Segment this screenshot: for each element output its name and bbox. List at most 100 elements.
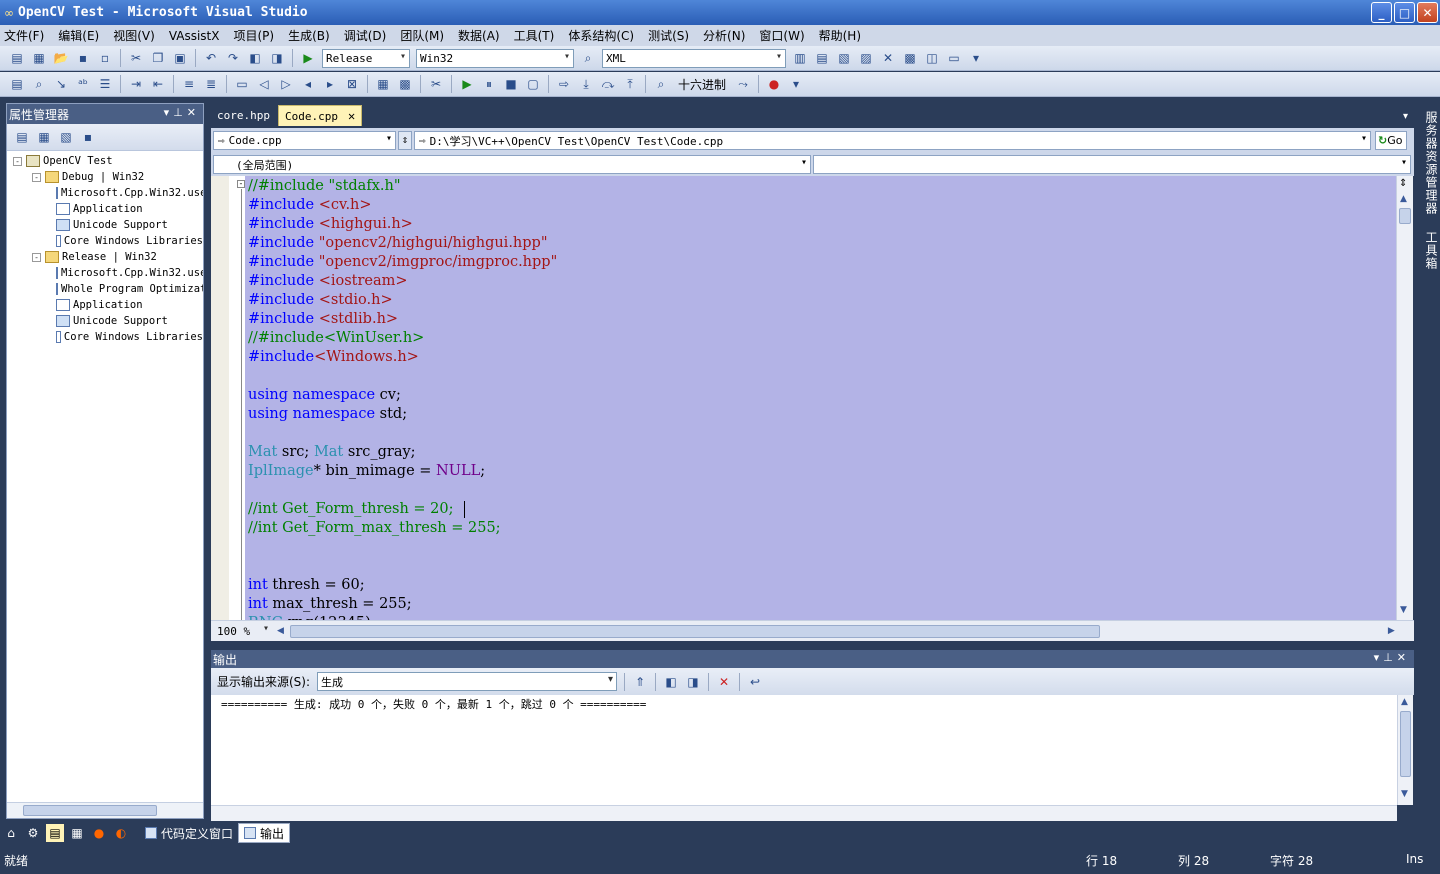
save-property-sheet-icon[interactable]: ▪: [79, 128, 97, 146]
comment-icon[interactable]: ≡: [180, 75, 198, 93]
editor-hscroll-thumb[interactable]: [289, 624, 1100, 638]
undo-icon[interactable]: ↶: [202, 49, 220, 67]
menu-item[interactable]: 测试(S): [648, 27, 689, 44]
menu-item[interactable]: 编辑(E): [58, 27, 99, 44]
start-debugging-icon[interactable]: ▶: [299, 49, 317, 67]
scope-combo[interactable]: (全局范围): [213, 155, 811, 174]
scroll-left-icon[interactable]: ◀: [277, 626, 284, 636]
menu-item[interactable]: 分析(N): [703, 27, 745, 44]
tree-expander-icon[interactable]: -: [32, 252, 41, 262]
add-existing-property-sheet-icon[interactable]: ▧: [57, 128, 75, 146]
menu-item[interactable]: 视图(V): [113, 27, 155, 44]
show-next-statement-icon[interactable]: ⇨: [555, 75, 573, 93]
scroll-up-icon[interactable]: ▲: [1401, 697, 1408, 707]
vassist-tab-icon[interactable]: ◐: [112, 824, 130, 842]
find-symbol-icon[interactable]: ⌕: [30, 75, 48, 93]
navigate-backward-icon[interactable]: ◧: [246, 49, 264, 67]
tree-item[interactable]: - OpenCV Test: [7, 153, 203, 169]
split-icon[interactable]: ⇕: [398, 131, 412, 150]
call-stack-icon[interactable]: ⤳: [734, 75, 752, 93]
output-source-combo[interactable]: 生成: [317, 672, 618, 691]
paste-icon[interactable]: ▣: [171, 49, 189, 67]
continue-icon[interactable]: ▶: [458, 75, 476, 93]
tree-item[interactable]: - Debug | Win32: [7, 169, 203, 185]
clear-bookmarks-icon[interactable]: ⊠: [343, 75, 361, 93]
prev-message-icon[interactable]: ◧: [662, 673, 680, 691]
prev-bookmark-folder-icon[interactable]: ◂: [299, 75, 317, 93]
solution-platform-combo[interactable]: Win32: [416, 48, 574, 68]
break-all-icon[interactable]: ⏸: [480, 75, 498, 93]
bookmark-icon[interactable]: ▭: [233, 75, 251, 93]
scroll-right-icon[interactable]: ▶: [1388, 626, 1395, 636]
solution-config-combo[interactable]: Release: [322, 48, 410, 68]
word-wrap-icon[interactable]: ↩: [746, 673, 764, 691]
indent-icon[interactable]: ⇥: [127, 75, 145, 93]
outdent-icon[interactable]: ⇤: [149, 75, 167, 93]
breakpoint-window-icon[interactable]: ●: [765, 75, 783, 93]
toolbar-options-icon[interactable]: ▾: [787, 75, 805, 93]
team-explorer-tab-icon[interactable]: ●: [90, 824, 108, 842]
list-icon[interactable]: ☰: [96, 75, 114, 93]
tree-expander-icon[interactable]: -: [13, 156, 22, 166]
member-combo[interactable]: [813, 155, 1411, 174]
menu-item[interactable]: 项目(P): [233, 27, 274, 44]
tab-code-definition[interactable]: 代码定义窗口: [140, 823, 238, 843]
add-new-property-sheet-icon[interactable]: ▦: [35, 128, 53, 146]
toolbar-options-icon[interactable]: ▾: [967, 49, 985, 67]
tree-item[interactable]: Application: [7, 297, 203, 313]
save-all-icon[interactable]: ▫: [96, 49, 114, 67]
output-window-controls[interactable]: ▾⊥✕: [1374, 651, 1410, 664]
solution-explorer-icon[interactable]: ▥: [791, 49, 809, 67]
menu-item[interactable]: 数据(A): [458, 27, 500, 44]
tree-item[interactable]: Core Windows Libraries: [7, 233, 203, 249]
quick-watch-icon[interactable]: ⌕: [652, 75, 670, 93]
menu-item[interactable]: 帮助(H): [819, 27, 861, 44]
close-button[interactable]: ✕: [1417, 2, 1438, 23]
output-text-area[interactable]: ========== 生成: 成功 0 个，失败 0 个，最新 1 个，跳过 0…: [211, 695, 1397, 805]
tab-output[interactable]: 输出: [238, 823, 291, 843]
navigate-forward-icon[interactable]: ◨: [268, 49, 286, 67]
property-manager-hscroll[interactable]: [7, 802, 203, 818]
menu-item[interactable]: 团队(M): [400, 27, 444, 44]
next-message-icon[interactable]: ◨: [684, 673, 702, 691]
scroll-up-icon[interactable]: ▲: [1400, 194, 1407, 204]
new-project-icon[interactable]: ▤: [8, 49, 26, 67]
editor-vscroll[interactable]: ⇕ ▲ ▼: [1396, 176, 1413, 620]
menu-item[interactable]: 窗口(W): [759, 27, 804, 44]
tree-item[interactable]: Unicode Support: [7, 313, 203, 329]
tree-item[interactable]: Microsoft.Cpp.Win32.user: [7, 185, 203, 201]
output-vscroll[interactable]: ▲ ▼: [1397, 695, 1413, 805]
go-button[interactable]: ↻ Go: [1375, 131, 1407, 150]
restart-icon[interactable]: ▢: [524, 75, 542, 93]
class-view-icon[interactable]: ▤: [8, 75, 26, 93]
cut-icon[interactable]: ✂: [127, 49, 145, 67]
code-editor[interactable]: - //#include "stdafx.h" #include <cv.h> #i…: [211, 176, 1396, 620]
path-combo[interactable]: ⇨ D:\学习\VC++\OpenCV Test\OpenCV Test\Cod…: [414, 131, 1371, 150]
command-window-icon[interactable]: ▭: [945, 49, 963, 67]
next-bookmark-icon[interactable]: ▷: [277, 75, 295, 93]
tab-code-cpp[interactable]: Code.cpp ✕: [277, 105, 363, 126]
tree-expander-icon[interactable]: -: [32, 172, 41, 182]
hex-display-button[interactable]: 十六进制: [678, 76, 726, 93]
close-tab-icon[interactable]: ✕: [348, 109, 355, 123]
step-into-icon[interactable]: ⤓: [577, 75, 595, 93]
tree-item[interactable]: Whole Program Optimization: [7, 281, 203, 297]
property-manager-tab-icon[interactable]: ▤: [46, 824, 64, 842]
registers-icon[interactable]: ▩: [396, 75, 414, 93]
tools-icon[interactable]: ✕: [879, 49, 897, 67]
start-page-icon[interactable]: ▩: [901, 49, 919, 67]
menu-item[interactable]: 体系结构(C): [568, 27, 634, 44]
open-file-icon[interactable]: 📂: [52, 49, 70, 67]
tree-item[interactable]: - Release | Win32: [7, 249, 203, 265]
scroll-down-icon[interactable]: ▼: [1400, 605, 1407, 615]
redo-icon[interactable]: ↷: [224, 49, 242, 67]
next-bookmark-folder-icon[interactable]: ▸: [321, 75, 339, 93]
maximize-button[interactable]: □: [1394, 2, 1415, 23]
tree-item[interactable]: Microsoft.Cpp.Win32.user: [7, 265, 203, 281]
toolbox-icon[interactable]: ▨: [857, 49, 875, 67]
extension-manager-icon[interactable]: ◫: [923, 49, 941, 67]
scroll-down-icon[interactable]: ▼: [1401, 789, 1408, 799]
menu-item[interactable]: VAssistX: [169, 29, 220, 43]
tab-list-dropdown-icon[interactable]: ▾: [1403, 111, 1408, 122]
memory-window-icon[interactable]: ▦: [374, 75, 392, 93]
